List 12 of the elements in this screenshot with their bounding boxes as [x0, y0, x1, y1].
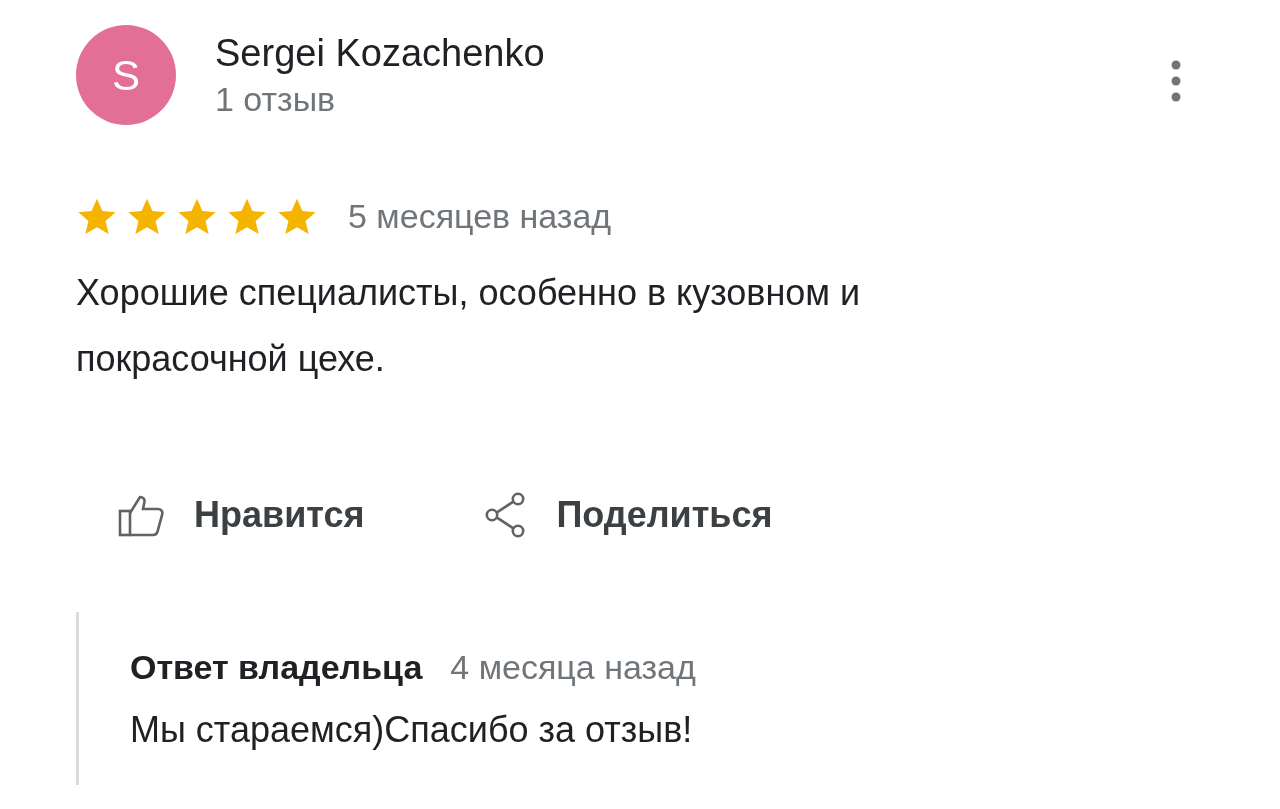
like-button[interactable]: Нравится	[118, 488, 365, 542]
review-time: 5 месяцев назад	[348, 196, 612, 237]
owner-reply-title: Ответ владельца	[130, 647, 423, 688]
review-text: Хорошие специалисты, особенно в кузовном и покрасочной цехе.	[76, 271, 862, 381]
more-options-icon[interactable]	[1170, 60, 1182, 102]
owner-reply-time: 4 месяца назад	[450, 647, 696, 688]
share-button[interactable]: Поделиться	[484, 488, 773, 542]
author-name[interactable]: Sergei Kozachenko	[215, 29, 545, 77]
review-count: 1 отзыв	[215, 79, 337, 120]
owner-reply-text: Мы стараемся)Спасибо за отзыв!	[130, 708, 694, 752]
thumbs-up-icon	[118, 493, 166, 537]
avatar-letter: S	[112, 50, 140, 101]
